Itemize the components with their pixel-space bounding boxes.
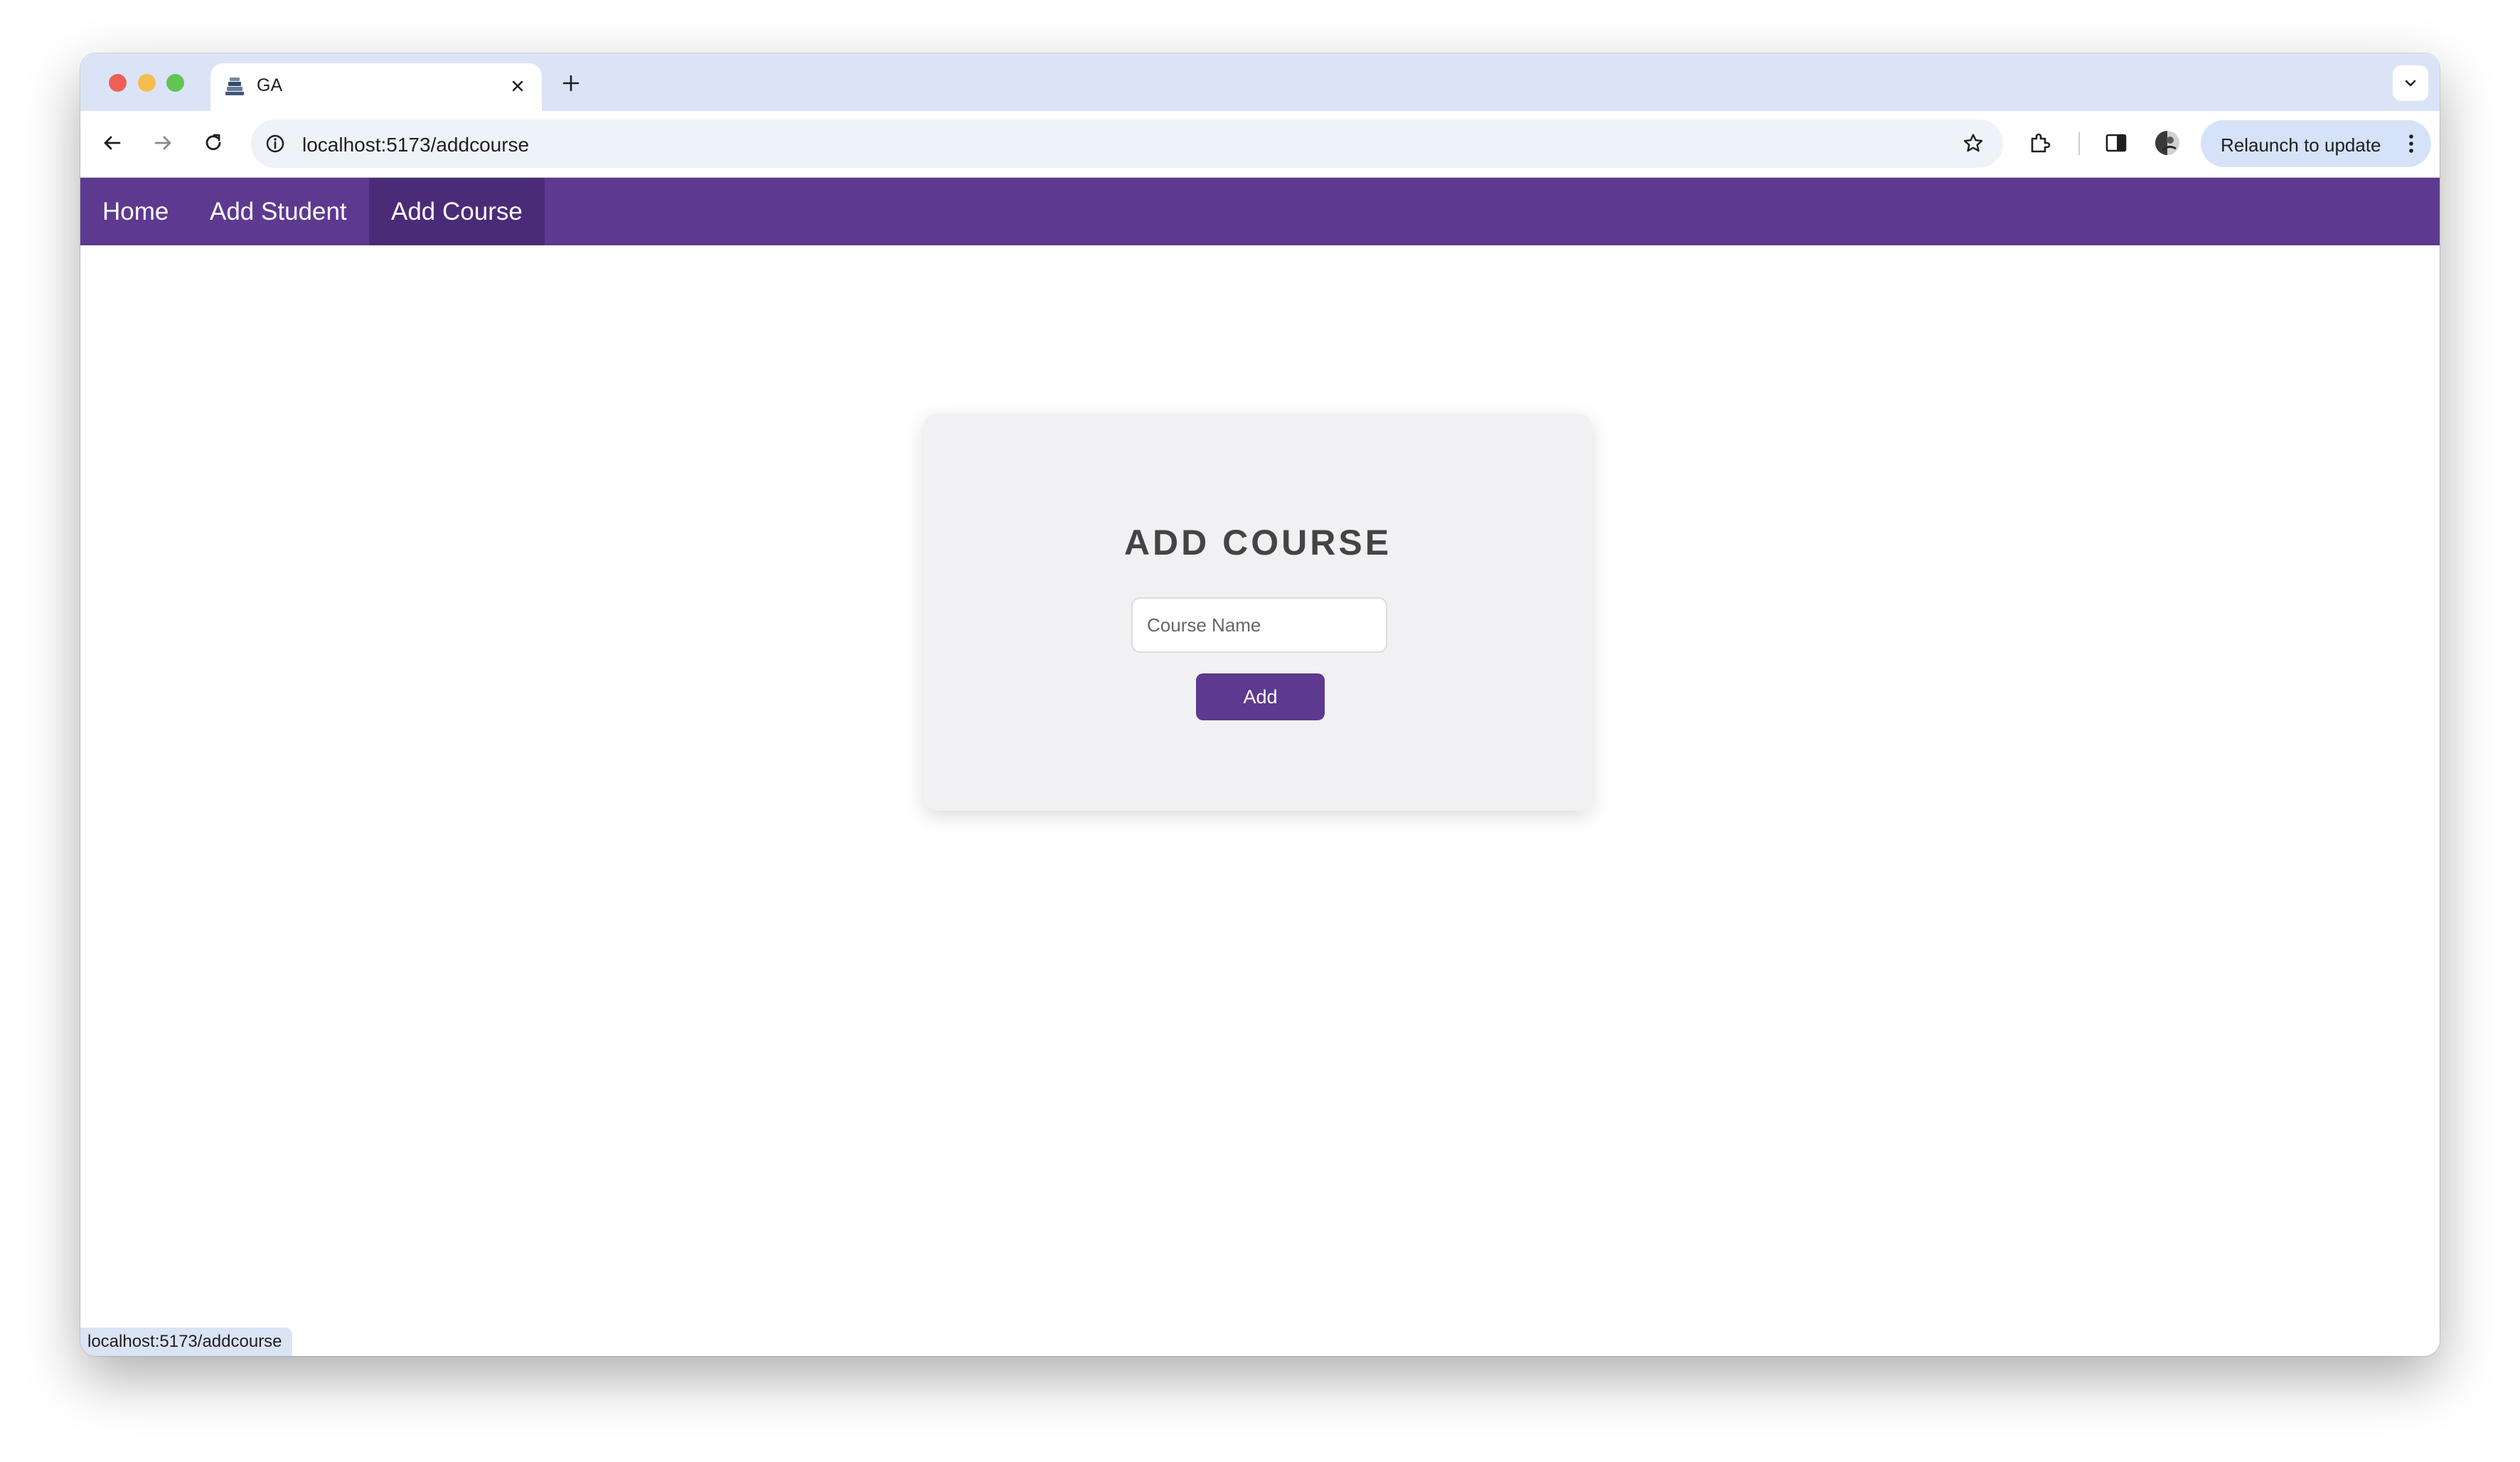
app-navbar: Home Add Student Add Course — [80, 178, 2440, 245]
maximize-window-button[interactable] — [166, 74, 184, 92]
tab-strip: GA — [80, 53, 2440, 111]
nav-link-home[interactable]: Home — [80, 178, 188, 245]
address-bar[interactable]: localhost:5173/addcourse — [251, 119, 2003, 168]
add-course-button[interactable]: Add — [1196, 673, 1325, 720]
add-course-card: ADD COURSE Add — [924, 414, 1592, 811]
bookmark-star-icon[interactable] — [1959, 129, 1987, 158]
close-window-button[interactable] — [109, 74, 127, 92]
form-title: ADD COURSE — [1123, 523, 1392, 562]
forward-arrow-icon[interactable] — [145, 125, 181, 161]
minimize-window-button[interactable] — [138, 74, 156, 92]
status-bar-url: localhost:5173/addcourse — [80, 1328, 292, 1356]
address-url[interactable]: localhost:5173/addcourse — [302, 134, 529, 156]
books-icon — [223, 75, 246, 97]
toolbar-separator — [2078, 132, 2080, 155]
page-content: Home Add Student Add Course ADD COURSE A… — [80, 178, 2440, 1356]
more-vertical-icon[interactable] — [2404, 130, 2418, 157]
browser-toolbar: localhost:5173/addcourse Relaunch to upd… — [80, 111, 2440, 178]
close-tab-icon[interactable] — [505, 73, 530, 99]
course-name-input[interactable] — [1131, 597, 1387, 653]
browser-window: GA localhost:5173/addcourse Relaunch to … — [80, 53, 2440, 1356]
site-info-icon[interactable] — [262, 131, 288, 156]
reload-icon[interactable] — [196, 125, 231, 161]
relaunch-to-update-button[interactable]: Relaunch to update — [2201, 120, 2431, 167]
browser-tab[interactable]: GA — [210, 63, 542, 111]
extensions-puzzle-icon[interactable] — [2024, 127, 2056, 159]
tab-title: GA — [257, 75, 283, 95]
back-arrow-icon[interactable] — [95, 125, 130, 161]
tab-search-chevron-down-icon[interactable] — [2393, 65, 2428, 101]
nav-link-add-course[interactable]: Add Course — [369, 178, 545, 245]
profile-avatar-icon[interactable] — [2151, 127, 2184, 159]
side-panel-icon[interactable] — [2100, 127, 2132, 159]
new-tab-icon[interactable] — [555, 68, 587, 99]
nav-link-add-student[interactable]: Add Student — [188, 178, 369, 245]
relaunch-label: Relaunch to update — [2221, 134, 2381, 156]
